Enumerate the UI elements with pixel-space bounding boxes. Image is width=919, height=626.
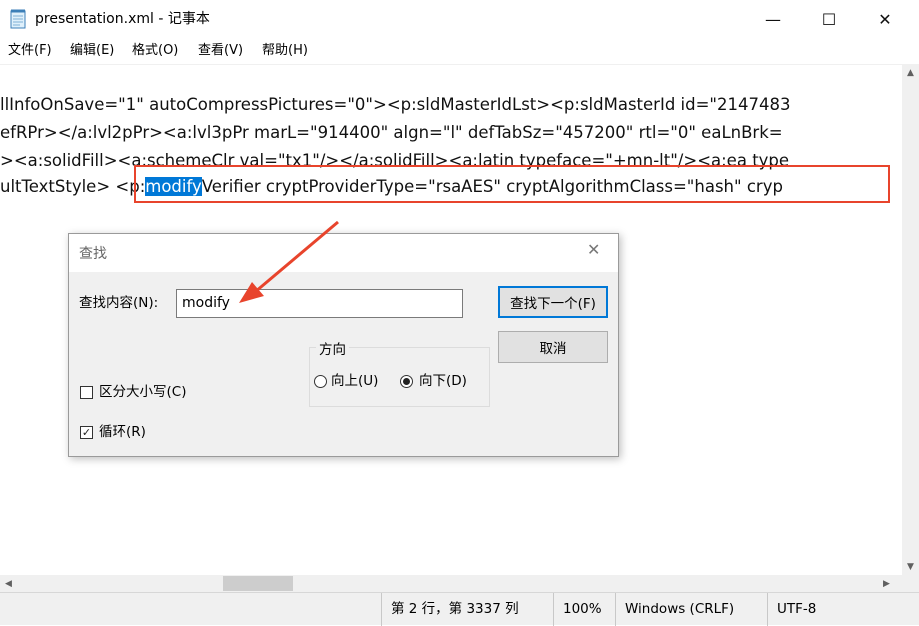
match-case-label[interactable]: 区分大小写(C) [99, 383, 186, 401]
vertical-scrollbar[interactable]: ▲ ▼ [902, 64, 919, 575]
direction-down-radio[interactable] [400, 375, 413, 388]
match-case-checkbox[interactable] [80, 386, 93, 399]
text-line: efRPr></a:lvl2pPr><a:lvl3pPr marL="91440… [0, 123, 783, 142]
direction-up-label[interactable]: 向上(U) [331, 372, 378, 390]
find-label: 查找内容(N): [79, 295, 159, 311]
dialog-close-icon[interactable]: ✕ [587, 240, 600, 259]
scroll-left-icon[interactable]: ◀ [0, 575, 17, 592]
find-next-button[interactable]: 查找下一个(F) [498, 286, 608, 318]
highlight-annotation-box [134, 165, 890, 203]
text-line: llInfoOnSave="1" autoCompressPictures="0… [0, 95, 791, 114]
menu-help[interactable]: 帮助(H) [262, 42, 308, 60]
radio-selected-dot [403, 378, 410, 385]
menu-edit[interactable]: 编辑(E) [70, 42, 114, 60]
menu-format[interactable]: 格式(O) [132, 42, 178, 60]
status-position: 第 2 行，第 3337 列 [381, 593, 553, 626]
title-bar: presentation.xml - 记事本 — ☐ ✕ [0, 0, 919, 38]
scroll-up-icon[interactable]: ▲ [902, 64, 919, 81]
close-button[interactable]: ✕ [862, 0, 908, 38]
wrap-checkbox[interactable]: ✓ [80, 426, 93, 439]
direction-up-radio[interactable] [314, 375, 327, 388]
menu-file[interactable]: 文件(F) [8, 42, 52, 60]
checkmark-icon: ✓ [81, 426, 92, 439]
direction-down-label[interactable]: 向下(D) [419, 372, 467, 390]
line-text-before: ultTextStyle> [0, 177, 111, 196]
scroll-down-icon[interactable]: ▼ [902, 558, 919, 575]
minimize-button[interactable]: — [750, 0, 796, 38]
notepad-icon [10, 9, 26, 29]
status-line-ending: Windows (CRLF) [615, 593, 767, 626]
horizontal-scrollbar[interactable]: ◀ ▶ [0, 575, 902, 592]
dialog-title-bar: 查找 ✕ [69, 234, 618, 272]
find-dialog: 查找 ✕ 查找内容(N): modify 查找下一个(F) 取消 方向 向上(U… [68, 233, 619, 457]
scroll-thumb[interactable] [223, 576, 293, 591]
status-bar: 第 2 行，第 3337 列 100% Windows (CRLF) UTF-8 [0, 592, 919, 626]
maximize-icon: ☐ [821, 9, 837, 29]
status-zoom: 100% [553, 593, 615, 626]
find-input[interactable]: modify [176, 289, 463, 318]
cancel-button[interactable]: 取消 [498, 331, 608, 363]
wrap-label[interactable]: 循环(R) [99, 423, 146, 441]
menu-view[interactable]: 查看(V) [198, 42, 243, 60]
scroll-right-icon[interactable]: ▶ [878, 575, 895, 592]
menu-bar: 文件(F) 编辑(E) 格式(O) 查看(V) 帮助(H) [0, 38, 919, 64]
direction-title: 方向 [316, 338, 349, 358]
minimize-icon: — [765, 9, 781, 29]
close-icon: ✕ [878, 9, 892, 29]
window-title: presentation.xml - 记事本 [35, 11, 210, 27]
scrollbar-corner [902, 575, 919, 592]
status-encoding: UTF-8 [767, 593, 919, 626]
dialog-title: 查找 [79, 246, 107, 262]
maximize-button[interactable]: ☐ [806, 0, 852, 38]
